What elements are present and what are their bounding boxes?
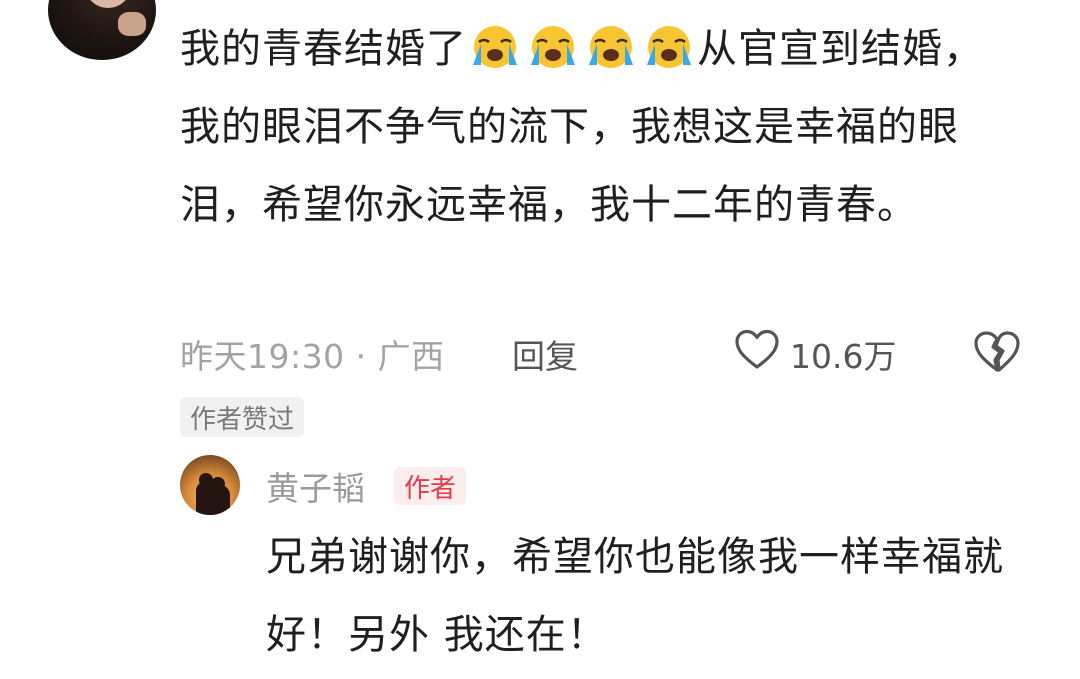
author-liked-tag: 作者赞过 <box>180 397 305 437</box>
author-badge: 作者 <box>394 467 467 505</box>
avatar-face <box>86 0 130 8</box>
comment-text: 我的青春结婚了 从官宣到结婚，我的眼泪不争气的流下，我想这是幸福的眼泪，希望你永远… <box>180 10 1010 244</box>
reply-avatar[interactable] <box>180 455 240 515</box>
comment-meta: 昨天19:30 · 广西 <box>180 330 445 378</box>
heart-icon <box>734 329 780 379</box>
avatar-hand <box>118 12 146 36</box>
crying-emoji <box>641 25 697 69</box>
reply-text: 兄弟谢谢你，希望你也能像我一样幸福就好！另外 我还在！ <box>266 534 1004 658</box>
commenter-avatar[interactable] <box>48 0 156 60</box>
comment-text-part1: 我的青春结婚了 <box>180 26 467 72</box>
avatar-silhouette-body <box>210 485 230 515</box>
like-count: 10.6万 <box>790 337 897 376</box>
reply-username[interactable]: 黄子韬 <box>266 464 365 508</box>
dislike-button[interactable] <box>972 330 1022 378</box>
crying-emoji <box>525 25 581 69</box>
emoji-group <box>467 25 697 69</box>
crying-emoji <box>467 25 523 69</box>
broken-heart-icon <box>972 330 1022 378</box>
comment-time-location: 昨天19:30 · 广西 <box>180 337 445 376</box>
like-button[interactable]: 10.6万 <box>734 329 897 379</box>
crying-emoji <box>583 25 639 69</box>
reply-button[interactable]: 回复 <box>512 330 578 378</box>
